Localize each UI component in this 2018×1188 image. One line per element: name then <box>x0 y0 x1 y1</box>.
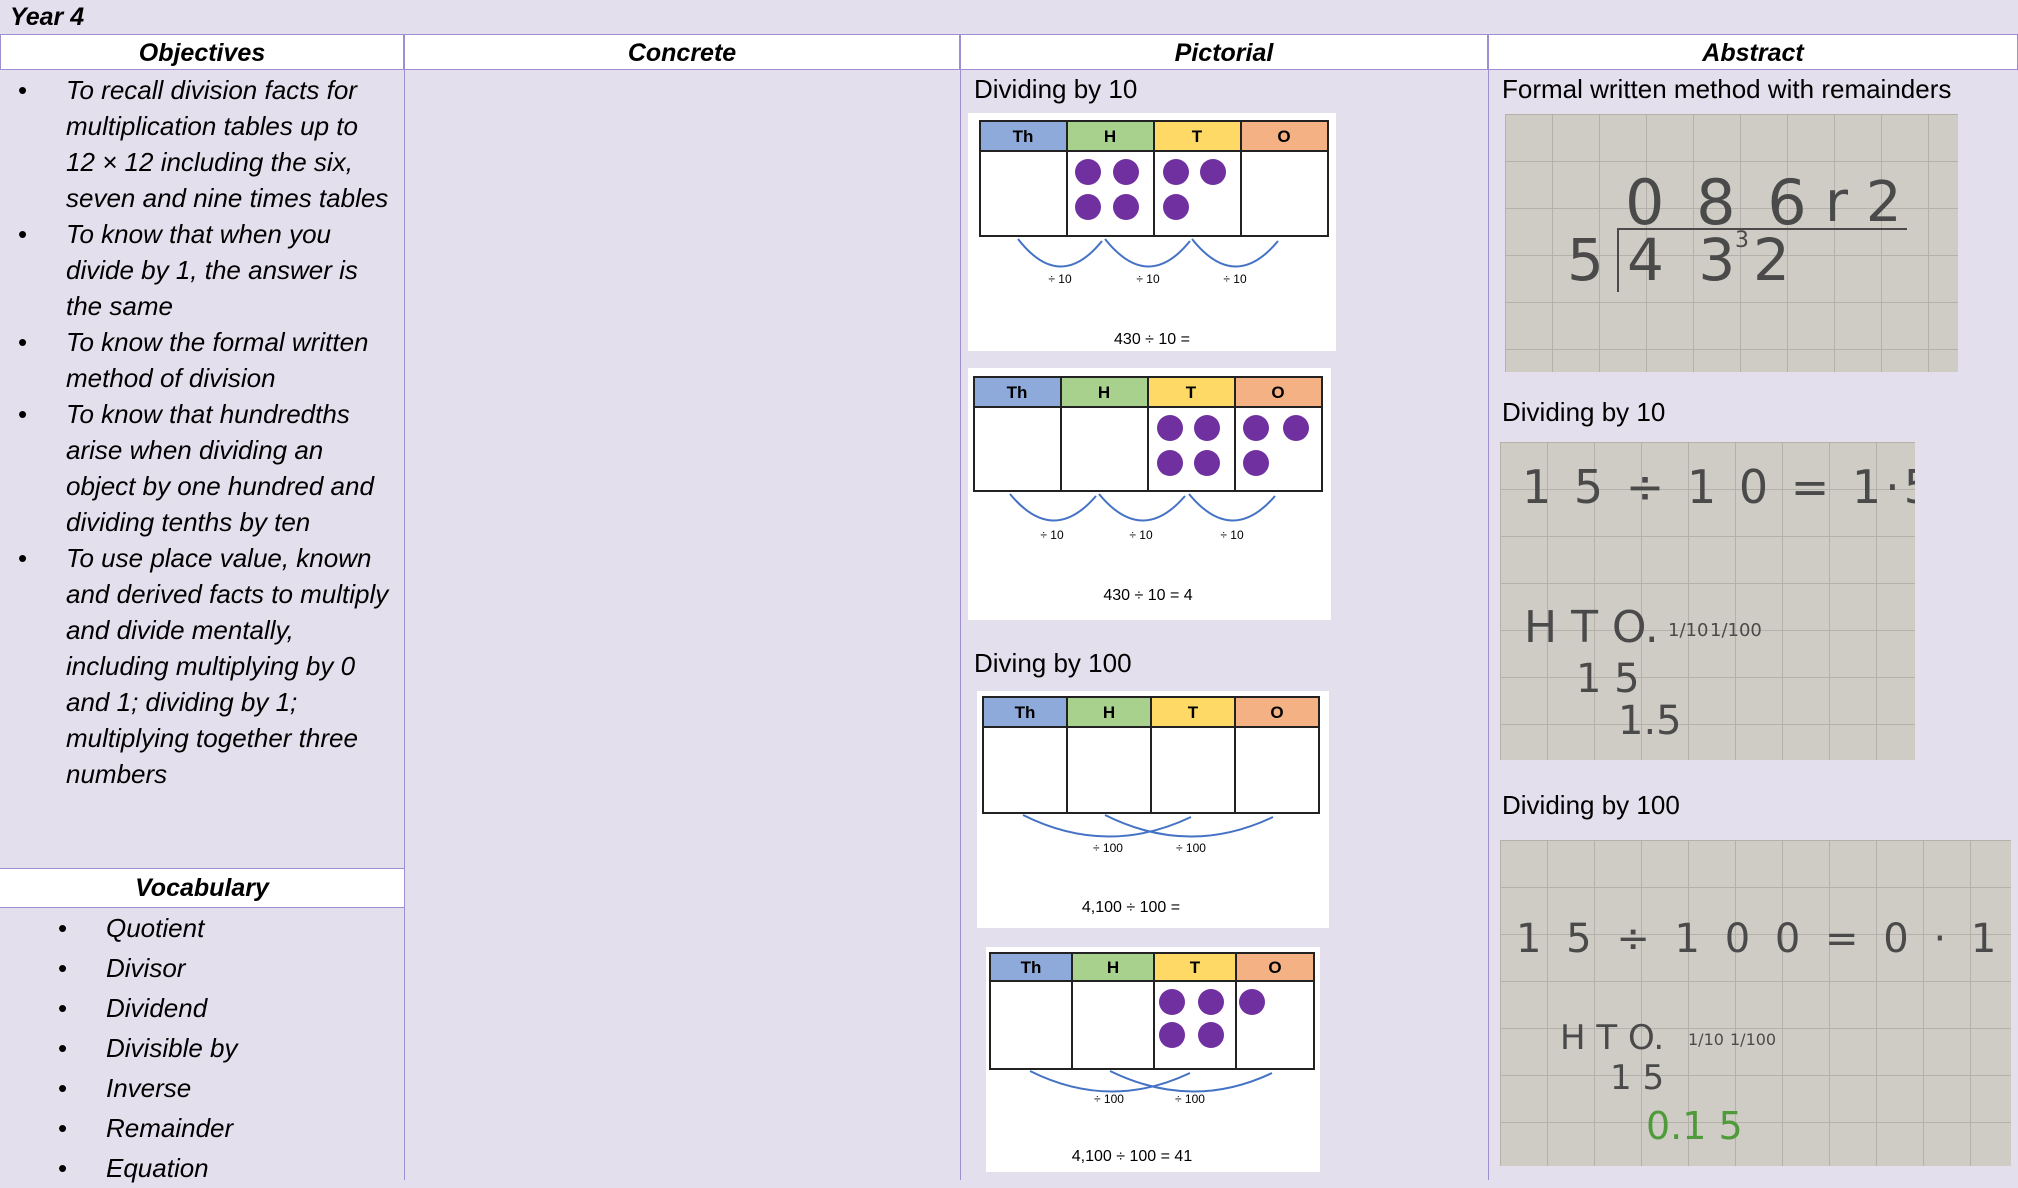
place-value-diagram: Th H T O ÷ 10 ÷ 10 ÷ 10 430 ÷ 10 = 4 <box>968 368 1331 620</box>
hw-last-digit: 2 <box>1753 226 1790 294</box>
hw-result: 1.5 <box>1618 698 1682 744</box>
hw-place-headers: H T O. <box>1560 1018 1665 1058</box>
col-label-th: Th <box>1015 703 1036 722</box>
diagram-caption: 4,100 ÷ 100 = <box>1082 899 1180 916</box>
hw-result: 0.1 5 <box>1646 1104 1743 1148</box>
objective-item: To know the formal written method of div… <box>0 324 400 396</box>
hw-equation: 1 5 ÷ 1 0 = 1·5 <box>1522 460 1915 514</box>
hw-bracket-side <box>1617 228 1619 292</box>
hw-hundredths: 1/100 <box>1730 1030 1777 1049</box>
vocabulary-item: Divisible by <box>0 1028 400 1068</box>
place-value-diagram: Th H T O ÷ 10 ÷ 10 ÷ 10 430 ÷ 10 = <box>968 113 1336 351</box>
column-divider <box>960 70 961 1180</box>
hw-digits: 1 5 <box>1576 656 1640 702</box>
objectives-list: To recall division facts for multiplicat… <box>0 72 400 792</box>
handwritten-division-photo: 0 8 6 r 2 5 4 3 3 2 <box>1505 114 1958 372</box>
col-label-th: Th <box>1007 383 1028 402</box>
pictorial-label-dividing-by-100: Diving by 100 <box>974 648 1132 678</box>
arrows <box>1009 493 1276 522</box>
col-label-h: H <box>1104 127 1116 146</box>
col-label-th: Th <box>1013 127 1034 146</box>
header-objectives: Objectives <box>0 34 404 70</box>
hw-digits: 1 5 <box>1610 1058 1665 1098</box>
objective-item: To know that hundredths arise when divid… <box>0 396 400 540</box>
hw-divisor: 5 <box>1567 226 1604 294</box>
hw-place-headers: H T O. <box>1524 602 1659 653</box>
abstract-label-dividing-by-10: Dividing by 10 <box>1502 397 1666 427</box>
op-label: ÷ 100 <box>1175 1092 1205 1106</box>
header-concrete: Concrete <box>404 34 960 70</box>
place-value-chart: Th H T O ÷ 100 ÷ 100 4,100 ÷ 100 = <box>982 696 1320 916</box>
objective-item: To recall division facts for multiplicat… <box>0 72 400 216</box>
counters <box>1157 415 1309 476</box>
op-label: ÷ 10 <box>1136 272 1160 286</box>
vocabulary-item: Equation <box>0 1148 400 1188</box>
col-label-h: H <box>1107 958 1119 977</box>
abstract-label-formal-method: Formal written method with remainders <box>1502 74 1952 104</box>
hw-equation: 1 5 ÷ 1 0 0 = 0 · 1 5 <box>1516 916 2011 962</box>
op-label: ÷ 10 <box>1129 528 1153 542</box>
counters <box>1075 159 1226 220</box>
hw-tenths: 1/10 <box>1668 620 1709 641</box>
place-value-chart: Th H T O ÷ 10 ÷ 10 ÷ 10 430 ÷ 10 = 4 <box>973 376 1323 604</box>
col-label-t: T <box>1192 127 1203 146</box>
hw-carry: 3 <box>1735 228 1749 253</box>
op-label: ÷ 10 <box>1220 528 1244 542</box>
arrows <box>1017 238 1279 268</box>
column-divider <box>1488 70 1489 1180</box>
col-label-th: Th <box>1021 958 1042 977</box>
col-label-h: H <box>1098 383 1110 402</box>
counters <box>1159 989 1265 1048</box>
place-value-chart: Th H T O ÷ 100 ÷ 100 4,100 ÷ 100 = 41 <box>989 952 1315 1165</box>
vocabulary-item: Dividend <box>0 988 400 1028</box>
diagram-caption: 4,100 ÷ 100 = 41 <box>1072 1148 1193 1165</box>
handwritten-dividing-by-10-photo: 1 5 ÷ 1 0 = 1·5 H T O. 1/10 1/100 1 5 1.… <box>1500 442 1915 760</box>
hw-tenths: 1/10 <box>1688 1030 1724 1049</box>
hw-hundredths: 1/100 <box>1710 620 1762 641</box>
place-value-chart: Th H T O ÷ 10 ÷ 10 ÷ 10 430 ÷ 10 = <box>979 120 1329 348</box>
objective-item: To know that when you divide by 1, the a… <box>0 216 400 324</box>
vocabulary-header: Vocabulary <box>0 868 404 908</box>
col-label-h: H <box>1103 703 1115 722</box>
objective-item: To use place value, known and derived fa… <box>0 540 400 792</box>
col-label-t: T <box>1188 703 1199 722</box>
arrows <box>1022 814 1274 838</box>
vocabulary-list: Quotient Divisor Dividend Divisible by I… <box>0 908 400 1188</box>
op-label: ÷ 100 <box>1094 1092 1124 1106</box>
arrows <box>1029 1070 1273 1093</box>
hw-remainder: r 2 <box>1825 170 1902 235</box>
col-label-o: O <box>1270 703 1283 722</box>
col-label-t: T <box>1186 383 1197 402</box>
vocabulary-item: Inverse <box>0 1068 400 1108</box>
diagram-caption: 430 ÷ 10 = <box>1114 331 1190 348</box>
vocabulary-item: Quotient <box>0 908 400 948</box>
hw-dividend: 4 3 <box>1627 226 1744 294</box>
pictorial-label-dividing-by-10: Dividing by 10 <box>974 74 1138 104</box>
place-value-diagram: Th H T O ÷ 100 ÷ 100 4,100 ÷ 100 = <box>977 691 1329 928</box>
handwritten-dividing-by-100-photo: 1 5 ÷ 1 0 0 = 0 · 1 5 H T O. 1/10 1/100 … <box>1500 840 2011 1166</box>
op-label: ÷ 10 <box>1223 272 1247 286</box>
place-value-diagram: Th H T O ÷ 100 ÷ 100 4,100 ÷ 100 = 41 <box>986 947 1320 1172</box>
col-label-o: O <box>1271 383 1284 402</box>
header-abstract: Abstract <box>1488 34 2018 70</box>
op-label: ÷ 10 <box>1040 528 1064 542</box>
page-title: Year 4 <box>10 3 85 31</box>
vocabulary-item: Remainder <box>0 1108 400 1148</box>
header-pictorial: Pictorial <box>960 34 1488 70</box>
op-label: ÷ 100 <box>1093 841 1123 855</box>
op-label: ÷ 10 <box>1048 272 1072 286</box>
col-label-o: O <box>1268 958 1281 977</box>
abstract-label-dividing-by-100: Dividing by 100 <box>1502 790 1680 820</box>
col-label-o: O <box>1277 127 1290 146</box>
col-label-t: T <box>1190 958 1201 977</box>
diagram-caption: 430 ÷ 10 = 4 <box>1103 587 1192 604</box>
vocabulary-item: Divisor <box>0 948 400 988</box>
column-divider <box>404 70 405 1180</box>
op-label: ÷ 100 <box>1176 841 1206 855</box>
